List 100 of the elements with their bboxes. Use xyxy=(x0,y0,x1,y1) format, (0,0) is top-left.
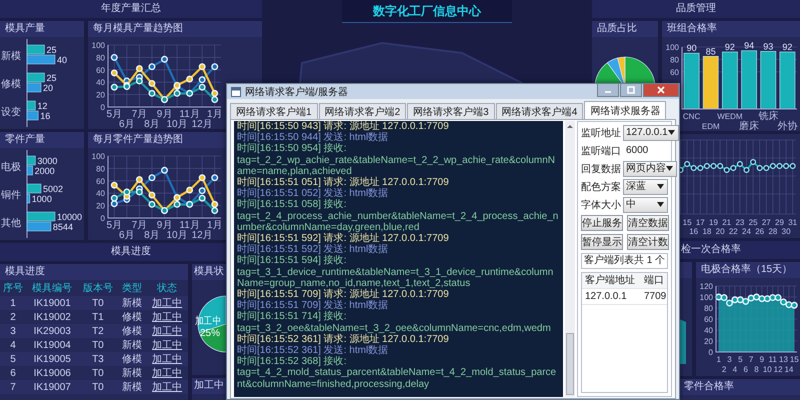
axis-label: 100 xyxy=(700,293,713,302)
axis-label: 60 xyxy=(96,176,105,186)
field-label: 字体大小 xyxy=(581,198,621,212)
data-label: 93 xyxy=(763,41,774,52)
axis-label: 40 xyxy=(96,189,105,198)
table-cell: T0 xyxy=(78,380,118,394)
axis-label: 9 xyxy=(760,355,764,364)
axis-label: EDM xyxy=(702,122,720,131)
category-label: 设变 xyxy=(1,107,21,118)
axis-label: 0 xyxy=(100,214,105,223)
log-line: 时间[16:15:51 592] 发送: html数据 xyxy=(237,244,390,256)
data-label: 92 xyxy=(782,42,792,52)
axis-label: 1月 xyxy=(206,109,222,120)
table-cell: IK19001 xyxy=(26,296,78,310)
table-cell: IK19007 xyxy=(26,380,78,394)
axis-label: 外协 xyxy=(777,121,798,131)
data-label: 2000 xyxy=(34,166,55,176)
axis-label: 6月 xyxy=(119,230,135,240)
data-label: 1000 xyxy=(32,194,52,204)
axis-label: 14 xyxy=(784,365,794,374)
table-cell: T0 xyxy=(78,338,118,352)
data-label: 94 xyxy=(744,40,754,51)
column-header: 模具编号 xyxy=(26,280,78,296)
category-label: 铜件 xyxy=(1,190,21,201)
axis-label: 100 xyxy=(92,152,105,161)
data-label: 90 xyxy=(686,43,697,54)
slice-label: 25% xyxy=(200,328,220,339)
axis-label: 7月 xyxy=(132,220,148,231)
field-label: 回复数据 xyxy=(581,162,621,176)
axis-label: 40 xyxy=(96,78,105,88)
data-label: 85 xyxy=(706,46,716,56)
log-line: 时间[16:15:51 709] 发送: html数据 xyxy=(237,300,390,312)
table-cell: 4 xyxy=(0,338,26,352)
log-line: 时间[16:15:52 361] 请求: 源地址 127.0.0.1:7709 xyxy=(237,334,450,345)
axis-label: 25 xyxy=(748,218,758,227)
data-label: 5002 xyxy=(43,184,64,194)
axis-label: 12 xyxy=(774,365,783,374)
axis-label: 80 xyxy=(96,53,105,62)
axis-label: 60 xyxy=(704,315,713,324)
axis-label: 100 xyxy=(666,43,679,52)
table-cell: 6 xyxy=(0,366,26,380)
panel-title: 品质占比 xyxy=(592,21,658,37)
panel-title: 模具进度 xyxy=(0,264,188,280)
log-payload: tag=t_3_2_oee&tableName=t_3_2_oee&columnName=cnc,edm,wedm xyxy=(237,322,552,334)
section-title: 品质管理 xyxy=(592,0,800,18)
axis-label: 10月 xyxy=(166,230,188,240)
table-cell: 5 xyxy=(0,352,26,366)
category-label: 新模 xyxy=(1,51,21,62)
category-label: 其他 xyxy=(1,218,21,229)
field-label: 配色方案 xyxy=(581,180,621,194)
log-line: 时间[16:15:51 052] 发送: html数据 xyxy=(237,188,390,200)
table-cell: 修模 xyxy=(117,310,146,324)
axis-label: 8月 xyxy=(144,119,160,129)
axis-label: 12月 xyxy=(192,119,213,129)
table-cell: IK29003 xyxy=(26,324,78,338)
log-line: 时间[16:15:52 361] 发送: html数据 xyxy=(237,345,390,356)
category-label: 修模 xyxy=(1,79,21,90)
axis-label: 6 xyxy=(743,365,748,374)
axis-label: 80 xyxy=(96,164,105,174)
data-label: 10000 xyxy=(57,212,82,222)
log-payload: tag=t_2_2_wp_achie_rate&tableName=t_2_2_wp_achie_rate&columnName=name,plan,achieved xyxy=(237,154,556,177)
axis-label: 20 xyxy=(96,202,105,211)
panel-title: 模具产量 xyxy=(0,21,84,37)
table-cell: 新模 xyxy=(117,366,146,380)
axis-label: 22 xyxy=(728,227,738,236)
axis-label: 1月 xyxy=(206,220,222,231)
axis-label: 5月 xyxy=(106,109,122,120)
data-label: 16 xyxy=(40,111,50,121)
table-cell: 3 xyxy=(0,324,26,338)
table-cell: IK19005 xyxy=(26,352,78,366)
axis-label: 16 xyxy=(689,227,698,236)
axis-label: 24 xyxy=(742,227,751,236)
table-cell: 1 xyxy=(0,296,26,310)
axis-label: 60 xyxy=(96,66,105,75)
axis-label: WEDM xyxy=(717,112,743,121)
column-header: 状态 xyxy=(146,280,188,296)
column-header: 类型 xyxy=(117,280,146,296)
table-cell: 2 xyxy=(0,310,26,324)
axis-label: 23 xyxy=(735,218,744,227)
log-line: 时间[16:15:51 058] 接收: xyxy=(237,199,348,211)
panel-title: 每月模具产量趋势图 xyxy=(88,21,262,37)
axis-label: 28 xyxy=(768,227,778,236)
axis-label: 5月 xyxy=(106,220,122,231)
axis-label: 11月 xyxy=(179,220,200,231)
axis-label: 2 xyxy=(722,365,726,374)
axis-label: 10月 xyxy=(166,119,188,129)
table-cell: IK19004 xyxy=(26,338,78,352)
panel-title: 班组合格率 xyxy=(662,21,800,37)
window-title: 网络请求客户端/服务器 xyxy=(245,86,348,98)
data-label: 40 xyxy=(57,55,68,65)
table-cell: T2 xyxy=(78,324,118,338)
table-cell-text: 7709 xyxy=(643,290,666,304)
axis-label: 27 xyxy=(762,218,771,227)
axis-label: 40 xyxy=(704,326,713,335)
axis-label: 铣床 xyxy=(758,111,778,122)
axis-label: 29 xyxy=(775,218,784,227)
axis-label: 7月 xyxy=(132,109,148,120)
table-cell: 新模 xyxy=(117,338,146,352)
axis-label: 12月 xyxy=(192,230,213,240)
axis-label: 26 xyxy=(755,227,764,236)
